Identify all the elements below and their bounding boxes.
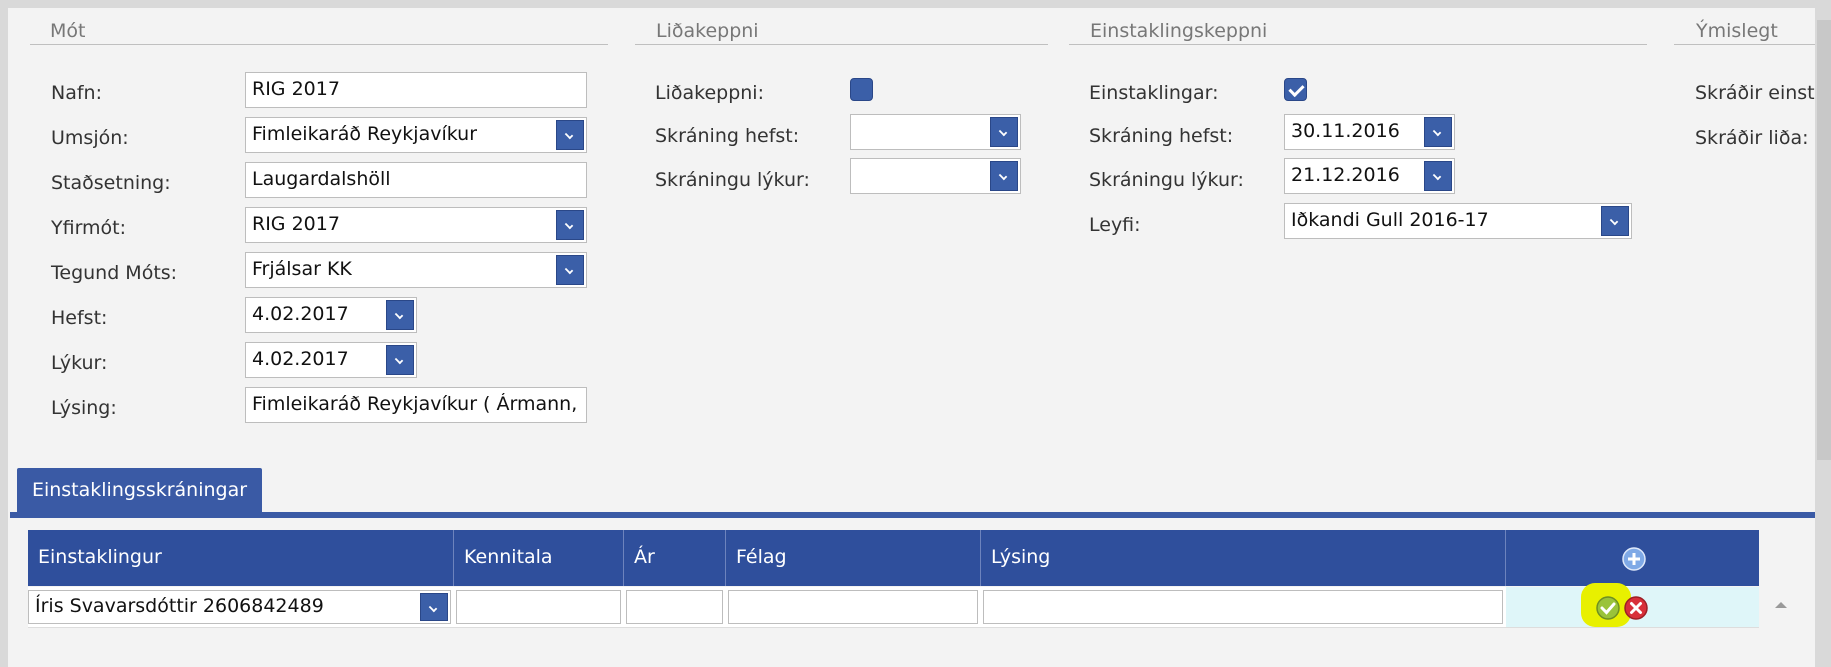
chevron-down-icon[interactable] [1424,161,1452,191]
einst-skraning-hefst-date-picker[interactable]: 30.11.2016 [1284,114,1455,150]
leyfi-value: Iðkandi Gull 2016-17 [1291,209,1489,231]
chevron-down-icon[interactable] [1424,117,1452,147]
stadsetning-label: Staðsetning: [51,172,171,194]
yfirmot-label: Yfirmót: [51,217,127,239]
chevron-down-icon[interactable] [1601,206,1629,236]
lid-skraning-hefst-label: Skráning hefst: [655,125,800,147]
page-scrollbar[interactable] [1817,20,1831,460]
ar-input[interactable] [626,590,723,624]
einstaklingar-checkbox[interactable] [1284,78,1307,101]
section-divider [635,44,1048,45]
chevron-down-icon[interactable] [990,117,1018,147]
section-title-mot: Mót [46,20,90,42]
section-title-einstaklingskeppni: Einstaklingskeppni [1086,20,1272,42]
lysing-input[interactable] [983,590,1503,624]
column-header-einstaklingur[interactable]: Einstaklingur [28,530,454,586]
einstaklingar-label: Einstaklingar: [1089,82,1219,104]
lidakeppni-checkbox[interactable] [850,78,873,101]
confirm-check-icon[interactable] [1595,595,1621,621]
nafn-label: Nafn: [51,82,102,104]
einstaklingur-dropdown[interactable]: Íris Svavarsdóttir 2606842489 [28,590,451,624]
lid-skraningu-lykur-label: Skráningu lýkur: [655,169,810,191]
chevron-down-icon[interactable] [386,345,414,375]
section-title-lidakeppni: Liðakeppni [652,20,763,42]
grid-header: Einstaklingur Kennitala Ár Félag Lýsing [28,530,1759,586]
yfirmot-value: RIG 2017 [252,213,340,235]
column-header-kennitala[interactable]: Kennitala [454,530,624,586]
einst-skraningu-lykur-date-picker[interactable]: 21.12.2016 [1284,158,1455,194]
einst-skraning-hefst-value: 30.11.2016 [1291,120,1400,142]
stadsetning-field[interactable]: Laugardalshöll [245,162,587,198]
einstaklingur-value: Íris Svavarsdóttir 2606842489 [35,595,324,617]
stadsetning-value: Laugardalshöll [252,168,391,190]
table-row: Íris Svavarsdóttir 2606842489 [28,583,1759,628]
einst-skraning-hefst-label: Skráning hefst: [1089,125,1234,147]
umsjon-value: Fimleikaráð Reykjavíkur [252,123,478,145]
felag-input[interactable] [728,590,978,624]
lysing-label: Lýsing: [51,397,117,419]
yfirmot-dropdown[interactable]: RIG 2017 [245,207,587,243]
column-header-actions [1506,530,1759,586]
skradir-einstaklingar-label: Skráðir einsta [1695,82,1815,104]
chevron-down-icon[interactable] [386,300,414,330]
einst-skraningu-lykur-label: Skráningu lýkur: [1089,169,1244,191]
chevron-down-icon[interactable] [990,161,1018,191]
lykur-value: 4.02.2017 [252,348,349,370]
section-divider [30,44,608,45]
leyfi-label: Leyfi: [1089,214,1141,236]
section-divider [1674,44,1815,45]
hefst-label: Hefst: [51,307,108,329]
scroll-up-arrow-icon[interactable] [1774,600,1788,610]
chevron-down-icon[interactable] [556,210,584,240]
kennitala-input[interactable] [456,590,621,624]
tegund-value: Frjálsar KK [252,258,352,280]
tab-underline [10,512,1815,518]
column-header-lysing[interactable]: Lýsing [981,530,1506,586]
column-header-ar[interactable]: Ár [624,530,726,586]
umsjon-label: Umsjón: [51,127,129,149]
leyfi-dropdown[interactable]: Iðkandi Gull 2016-17 [1284,203,1632,239]
umsjon-dropdown[interactable]: Fimleikaráð Reykjavíkur [245,117,587,153]
skradir-lida-label: Skráðir liða: [1695,127,1809,149]
add-circle-icon[interactable] [1622,547,1646,571]
hefst-value: 4.02.2017 [252,303,349,325]
lykur-label: Lýkur: [51,352,108,374]
section-title-ymislegt: Ýmislegt [1692,20,1782,42]
chevron-down-icon[interactable] [556,255,584,285]
chevron-down-icon[interactable] [556,120,584,150]
lykur-date-picker[interactable]: 4.02.2017 [245,342,417,378]
lysing-value: Fimleikaráð Reykjavíkur ( Ármann, Fjölni… [252,393,582,415]
tegund-dropdown[interactable]: Frjálsar KK [245,252,587,288]
nafn-value: RIG 2017 [252,78,340,100]
lysing-field[interactable]: Fimleikaráð Reykjavíkur ( Ármann, Fjölni… [245,387,587,423]
lid-skraningu-lykur-date-picker[interactable] [850,158,1021,194]
lidakeppni-label: Liðakeppni: [655,82,764,104]
einst-skraningu-lykur-value: 21.12.2016 [1291,164,1400,186]
chevron-down-icon[interactable] [420,593,448,621]
nafn-field[interactable]: RIG 2017 [245,72,587,108]
row-actions-cell [1506,583,1759,627]
cancel-x-icon[interactable] [1623,595,1649,621]
tournament-form: Mót Liðakeppni Einstaklingskeppni Ýmisle… [8,8,1815,667]
lid-skraning-hefst-date-picker[interactable] [850,114,1021,150]
tegund-label: Tegund Móts: [51,262,178,284]
section-divider [1069,44,1647,45]
hefst-date-picker[interactable]: 4.02.2017 [245,297,417,333]
column-header-felag[interactable]: Félag [726,530,981,586]
tab-einstaklingsskraningar[interactable]: Einstaklingsskráningar [17,468,262,512]
checkmark-icon [1288,80,1305,98]
